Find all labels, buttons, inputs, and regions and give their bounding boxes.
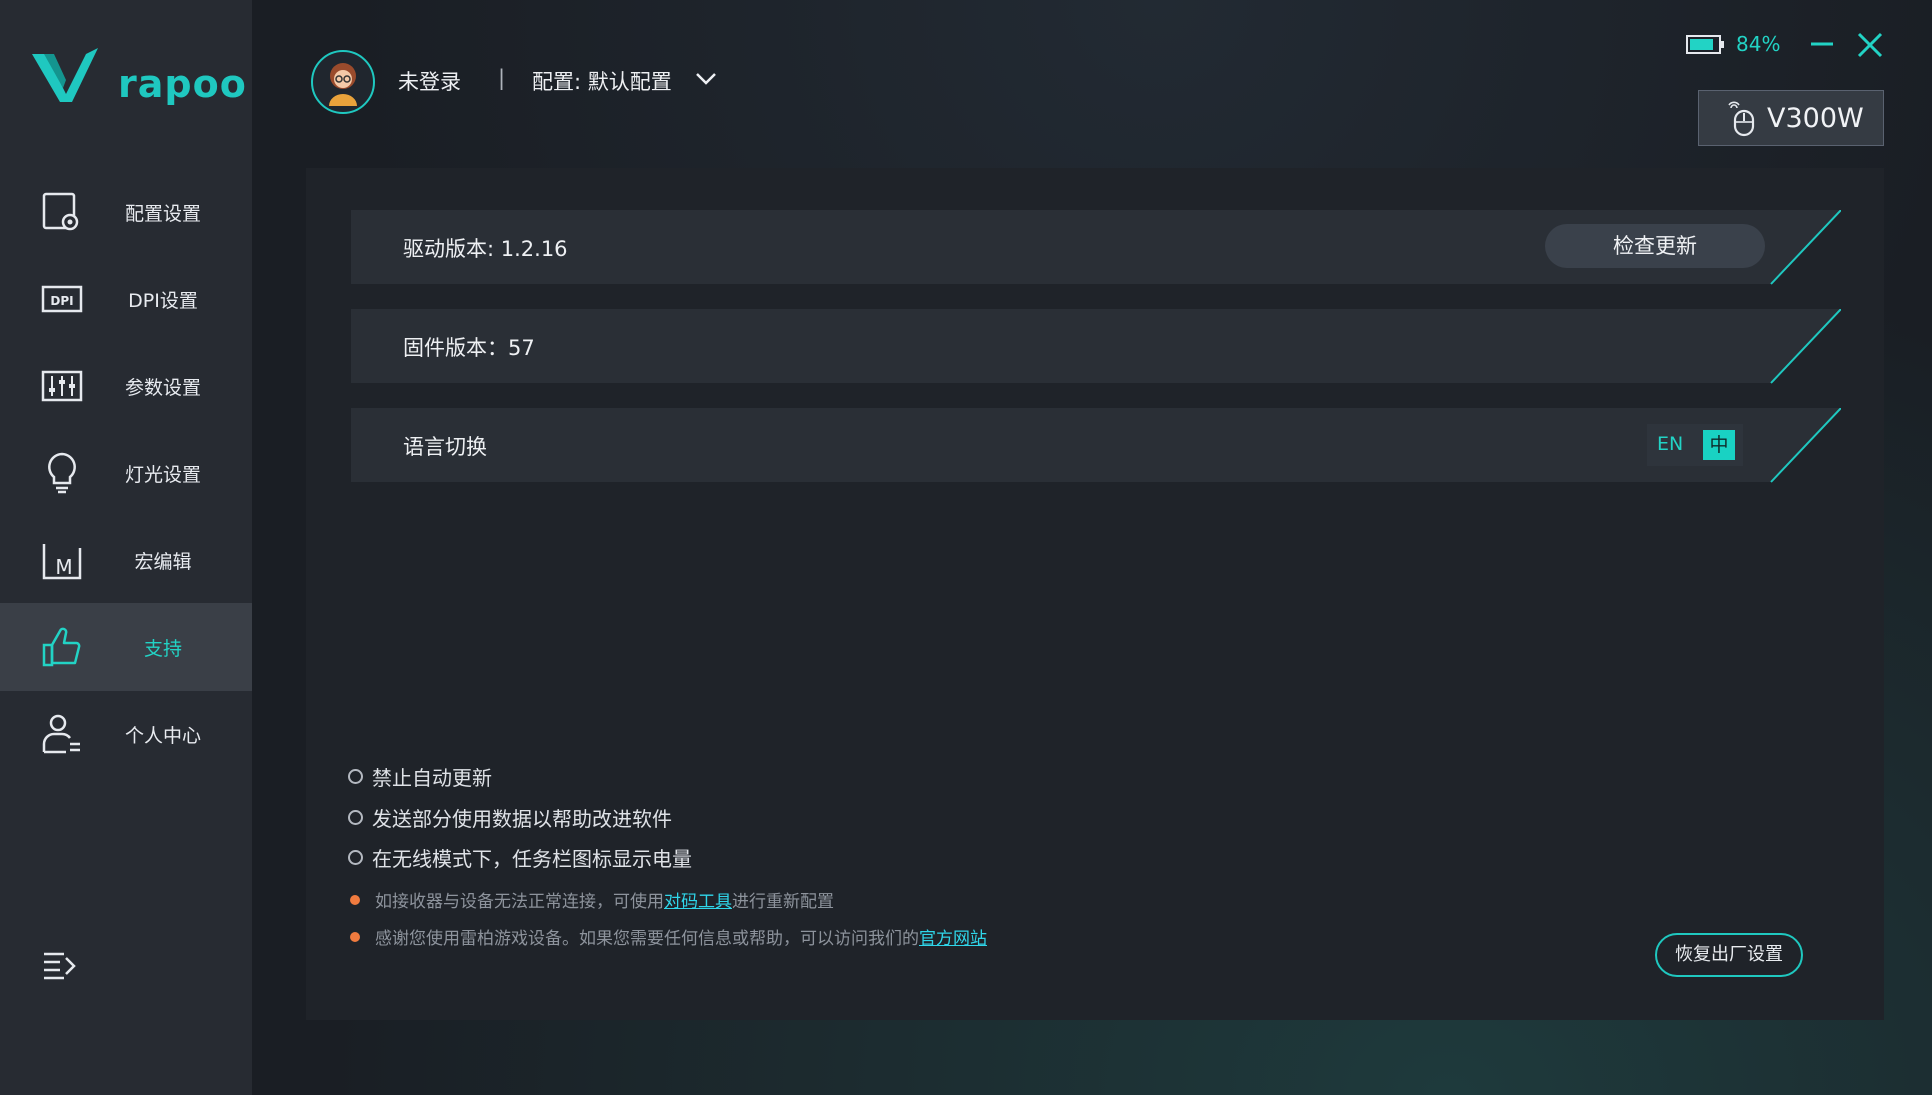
language-option-en[interactable]: EN — [1657, 433, 1683, 455]
profile-settings-icon — [42, 192, 79, 231]
support-panel: 驱动版本: 1.2.16 检查更新 固件版本：57 语言切换 EN 中 禁止自动… — [306, 168, 1884, 1020]
sidebar-item-label: 支持 — [143, 637, 182, 660]
avatar-illustration-icon — [329, 63, 357, 106]
language-row: 语言切换 EN 中 — [351, 408, 1841, 484]
sidebar-item-dpi[interactable]: DPI DPI设置 — [0, 255, 252, 343]
option-send-usage-data[interactable]: 发送部分使用数据以帮助改进软件 — [348, 803, 672, 832]
sidebar-item-label: 参数设置 — [124, 376, 201, 399]
radio-button[interactable] — [348, 810, 363, 825]
note-bullet — [350, 931, 360, 942]
note-text: 进行重新配置 — [732, 892, 834, 912]
close-icon[interactable] — [1855, 30, 1885, 60]
radio-button[interactable] — [348, 850, 363, 865]
profile-selector[interactable]: 配置: 默认配置 — [532, 66, 672, 96]
note-bullet — [350, 894, 360, 905]
driver-version-row: 驱动版本: 1.2.16 检查更新 — [351, 210, 1841, 286]
factory-reset-button[interactable]: 恢复出厂设置 — [1655, 933, 1803, 977]
user-icon — [42, 714, 80, 754]
option-label: 发送部分使用数据以帮助改进软件 — [372, 807, 672, 831]
dpi-icon: DPI — [41, 285, 83, 313]
language-toggle[interactable]: EN 中 — [1647, 424, 1743, 466]
sidebar-item-personal-center[interactable]: 个人中心 — [0, 690, 252, 778]
sidebar-item-label: 灯光设置 — [124, 463, 201, 486]
sidebar-item-label: 配置设置 — [124, 202, 201, 225]
option-disable-auto-update[interactable]: 禁止自动更新 — [348, 762, 492, 791]
svg-text:M: M — [55, 555, 72, 579]
header-separator: | — [498, 66, 506, 90]
row-background — [351, 309, 1841, 384]
chevron-down-icon[interactable] — [695, 72, 717, 86]
sidebar-item-label: 宏编辑 — [134, 550, 192, 573]
rapoo-v-logo — [32, 48, 98, 102]
option-taskbar-battery[interactable]: 在无线模式下，任务栏图标显示电量 — [348, 843, 692, 872]
sidebar-item-label: DPI设置 — [128, 289, 198, 312]
pairing-note: 如接收器与设备无法正常连接，可使用 对码工具 进行重新配置 — [350, 887, 834, 912]
check-update-button[interactable]: 检查更新 — [1545, 224, 1765, 268]
sidebar-item-parameters[interactable]: 参数设置 — [0, 342, 252, 430]
minimize-icon[interactable] — [1808, 30, 1836, 58]
note-text: 感谢您使用雷柏游戏设备。如果您需要任何信息或帮助，可以访问我们的 — [375, 929, 919, 949]
svg-text:DPI: DPI — [50, 294, 73, 308]
option-label: 在无线模式下，任务栏图标显示电量 — [372, 847, 692, 871]
driver-version-label: 驱动版本: 1.2.16 — [403, 237, 568, 261]
battery-icon — [1686, 35, 1724, 54]
sidebar-item-macro[interactable]: M 宏编辑 — [0, 516, 252, 604]
official-website-link[interactable]: 官方网站 — [919, 924, 987, 949]
sidebar-item-label: 个人中心 — [124, 724, 201, 747]
language-option-zh[interactable]: 中 — [1703, 430, 1735, 460]
row-background — [351, 408, 1841, 483]
sidebar-item-lighting[interactable]: 灯光设置 — [0, 429, 252, 517]
menu-expand-icon[interactable] — [40, 948, 80, 984]
login-status[interactable]: 未登录 — [398, 66, 461, 96]
lightbulb-icon — [48, 452, 76, 494]
device-selector-button[interactable]: V300W — [1698, 90, 1884, 146]
website-note: 感谢您使用雷柏游戏设备。如果您需要任何信息或帮助，可以访问我们的 官方网站 — [350, 924, 987, 949]
device-name: V300W — [1767, 103, 1864, 134]
note-text: 如接收器与设备无法正常连接，可使用 — [375, 892, 664, 912]
sidebar-item-profile-settings[interactable]: 配置设置 — [0, 168, 252, 256]
firmware-version-label: 固件版本：57 — [403, 336, 535, 360]
language-label: 语言切换 — [403, 435, 487, 459]
sidebar: rapoo 配置设置 DPI DPI设置 参数设置 灯光设置 M 宏编辑 支持 … — [0, 0, 252, 1095]
thumbs-up-icon — [42, 627, 81, 667]
avatar[interactable] — [311, 50, 375, 114]
rapoo-logo-text: rapoo — [118, 62, 247, 106]
pairing-tool-link[interactable]: 对码工具 — [664, 887, 732, 912]
macro-icon: M — [42, 544, 82, 580]
battery-percentage: 84% — [1736, 32, 1781, 56]
sidebar-item-support[interactable]: 支持 — [0, 603, 252, 691]
wireless-mouse-icon — [1728, 101, 1755, 137]
sliders-icon — [41, 370, 83, 402]
firmware-version-row: 固件版本：57 — [351, 309, 1841, 385]
radio-button[interactable] — [348, 769, 363, 784]
option-label: 禁止自动更新 — [372, 766, 492, 790]
